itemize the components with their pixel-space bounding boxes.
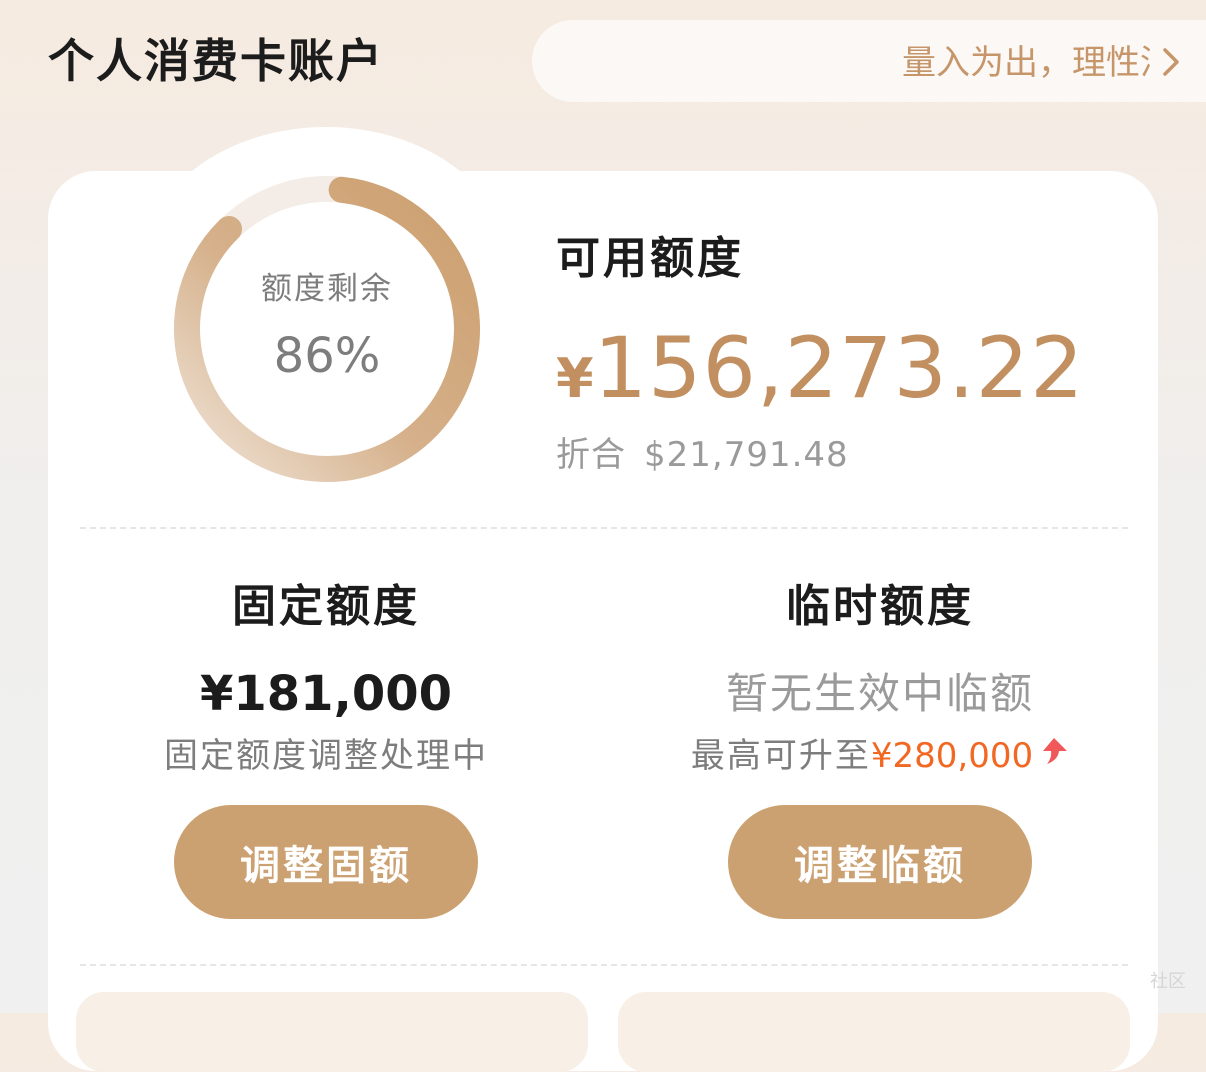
adjust-temporary-credit-button[interactable]: 调整临额 bbox=[728, 805, 1032, 919]
divider bbox=[80, 527, 1128, 529]
convert-value: $21,791.48 bbox=[644, 435, 849, 475]
watermark: 社区 bbox=[1150, 971, 1186, 992]
max-amount: ¥280,000 bbox=[870, 736, 1034, 776]
adjust-fixed-credit-button[interactable]: 调整固额 bbox=[174, 805, 478, 919]
max-prefix: 最高可升至 bbox=[690, 736, 871, 776]
temporary-credit-section: 临时额度 暂无生效中临额 最高可升至¥280,000 调整临额 bbox=[630, 575, 1130, 919]
ring-label: 额度剩余 bbox=[261, 271, 393, 307]
page-title: 个人消费卡账户 bbox=[48, 34, 384, 88]
available-credit-title: 可用额度 bbox=[556, 233, 744, 284]
available-amount-value: 156,273.22 bbox=[593, 319, 1085, 417]
bottom-tile-left[interactable] bbox=[76, 992, 588, 1072]
converted-amount: 折合 $21,791.48 bbox=[556, 432, 849, 478]
bottom-tile-right[interactable] bbox=[618, 992, 1130, 1072]
temporary-credit-max: 最高可升至¥280,000 bbox=[630, 733, 1130, 779]
temporary-credit-title: 临时额度 bbox=[786, 581, 974, 632]
fixed-credit-amount: ¥181,000 bbox=[199, 666, 453, 722]
divider bbox=[80, 964, 1128, 966]
temporary-credit-status: 暂无生效中临额 bbox=[725, 669, 1034, 718]
fixed-credit-section: 固定额度 ¥181,000 固定额度调整处理中 调整固额 bbox=[76, 575, 576, 919]
ring-percent: 86% bbox=[273, 328, 381, 384]
currency-symbol: ¥ bbox=[556, 347, 594, 410]
convert-label: 折合 bbox=[556, 435, 626, 475]
chevron-right-icon[interactable] bbox=[1156, 46, 1186, 78]
up-arrow-icon bbox=[1039, 732, 1069, 778]
fixed-credit-status: 固定额度调整处理中 bbox=[164, 736, 488, 776]
slogan-text[interactable]: 量入为出，理性消费 bbox=[902, 40, 1150, 86]
available-credit-amount: ¥156,273.22 bbox=[556, 318, 1085, 442]
fixed-credit-title: 固定额度 bbox=[232, 581, 420, 632]
